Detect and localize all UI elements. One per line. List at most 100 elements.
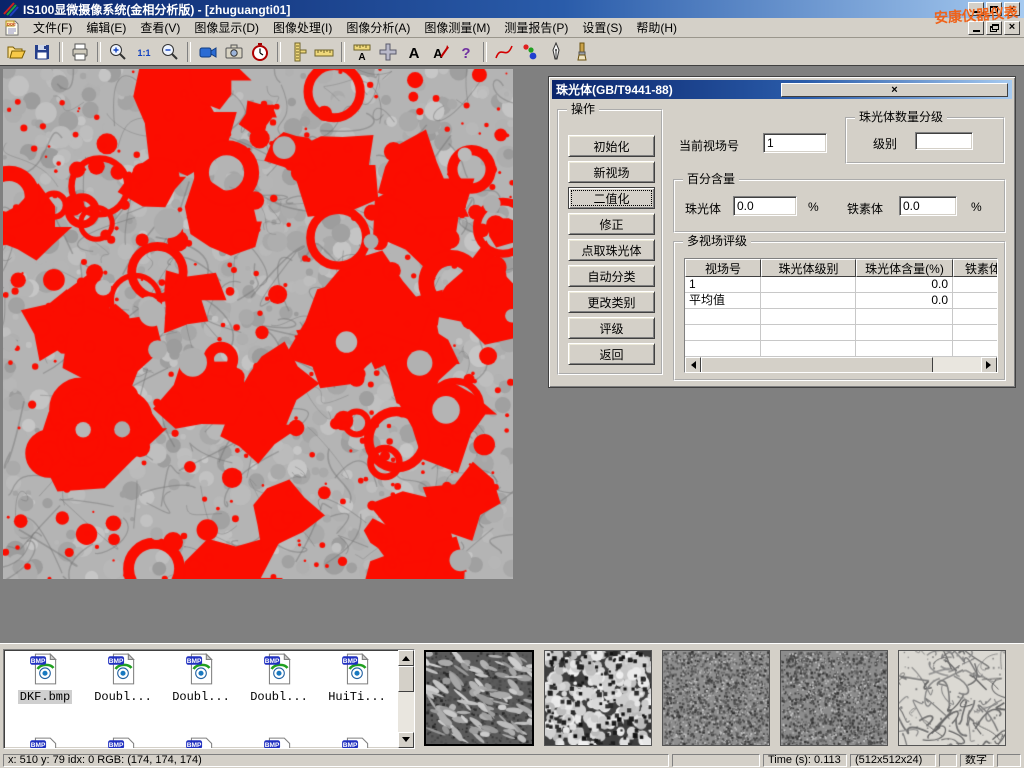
file-item[interactable]: BMP — [162, 736, 240, 749]
auto-classify-button[interactable]: 自动分类 — [568, 265, 655, 287]
text-button[interactable]: A — [401, 40, 427, 64]
thumbnail-1[interactable] — [424, 650, 534, 746]
col-ferrite[interactable]: 铁素体 — [953, 259, 998, 277]
correct-button[interactable]: 修正 — [568, 213, 655, 235]
snapshot-icon — [224, 42, 244, 62]
zoom-in-button[interactable] — [105, 40, 131, 64]
ruler-button[interactable] — [311, 40, 337, 64]
table-row[interactable] — [685, 325, 997, 341]
curve-tool-button[interactable] — [491, 40, 517, 64]
menu-help[interactable]: 帮助(H) — [629, 17, 684, 38]
pearlite-unit: % — [808, 200, 819, 214]
table-row[interactable] — [685, 309, 997, 325]
file-item[interactable]: BMP — [240, 736, 318, 749]
scroll-up-button[interactable] — [398, 650, 414, 666]
file-item[interactable]: BMP — [84, 736, 162, 749]
table-row[interactable]: 平均值 0.0 — [685, 293, 997, 309]
thumbnail-3[interactable] — [662, 650, 770, 746]
scrollbar-thumb[interactable] — [398, 666, 414, 692]
maximize-button[interactable] — [986, 2, 1002, 16]
file-name[interactable]: Doubl... — [170, 690, 232, 704]
menu-view[interactable]: 查看(V) — [133, 17, 187, 38]
video-capture-button[interactable] — [195, 40, 221, 64]
menu-image-display[interactable]: 图像显示(D) — [187, 17, 266, 38]
file-item[interactable]: BMP Doubl... — [84, 652, 162, 704]
ferrite-percent-input[interactable] — [899, 196, 957, 216]
file-item[interactable]: BMP DKF.bmp — [6, 652, 84, 704]
thumbnail-2[interactable] — [544, 650, 652, 746]
mdi-minimize-button[interactable] — [968, 21, 984, 35]
save-button[interactable] — [29, 40, 55, 64]
menu-file[interactable]: 文件(F) — [26, 17, 79, 38]
file-item[interactable]: BMP Doubl... — [162, 652, 240, 704]
help-button[interactable]: ? — [453, 40, 479, 64]
file-name[interactable]: Doubl... — [248, 690, 310, 704]
metallographic-image[interactable] — [3, 69, 513, 579]
col-pearlite-content[interactable]: 珠光体含量(%) — [856, 259, 953, 277]
table-row[interactable]: 1 0.0 — [685, 277, 997, 293]
measure-label-button[interactable]: A — [349, 40, 375, 64]
file-name[interactable]: DKF.bmp — [18, 690, 72, 704]
menu-image-analysis[interactable]: 图像分析(A) — [339, 17, 417, 38]
status-coords: x: 510 y: 79 idx: 0 RGB: (174, 174, 174) — [3, 754, 669, 767]
col-pearlite-grade[interactable]: 珠光体级别 — [761, 259, 856, 277]
edit-text-button[interactable]: A — [427, 40, 453, 64]
rating-table[interactable]: 视场号 珠光体级别 珠光体含量(%) 铁素体 1 0.0 平均值 — [684, 258, 998, 373]
print-button[interactable] — [67, 40, 93, 64]
menu-image-measure[interactable]: 图像测量(M) — [417, 17, 497, 38]
rate-button[interactable]: 评级 — [568, 317, 655, 339]
zoom-out-button[interactable] — [157, 40, 183, 64]
binarize-button[interactable]: 二值化 — [568, 187, 655, 209]
document-icon[interactable]: DOC — [4, 20, 20, 36]
dialog-close-button[interactable]: × — [781, 83, 1008, 97]
svg-text:DOC: DOC — [7, 21, 16, 26]
scroll-left-button[interactable] — [685, 357, 701, 373]
grade-input[interactable] — [915, 132, 973, 150]
actual-size-icon: 1:1 — [134, 42, 154, 62]
mdi-restore-button[interactable] — [986, 21, 1002, 35]
current-field-input[interactable] — [763, 133, 827, 153]
file-item[interactable]: BMP — [6, 736, 84, 749]
scroll-right-button[interactable] — [981, 357, 997, 373]
close-button[interactable]: × — [1004, 2, 1020, 16]
menu-image-processing[interactable]: 图像处理(I) — [266, 17, 339, 38]
open-button[interactable] — [3, 40, 29, 64]
phase-classify-button[interactable] — [517, 40, 543, 64]
table-horizontal-scrollbar[interactable] — [685, 357, 997, 373]
change-class-button[interactable]: 更改类别 — [568, 291, 655, 313]
file-item[interactable]: BMP Doubl... — [240, 652, 318, 704]
new-field-button[interactable]: 新视场 — [568, 161, 655, 183]
pick-pearlite-button[interactable]: 点取珠光体 — [568, 239, 655, 261]
table-row[interactable] — [685, 341, 997, 357]
pearlite-percent-input[interactable] — [733, 196, 797, 216]
caliper-button[interactable] — [285, 40, 311, 64]
menu-measure-report[interactable]: 测量报告(P) — [497, 17, 575, 38]
dialog-title-bar[interactable]: 珠光体(GB/T9441-88) × — [552, 80, 1012, 99]
menu-edit[interactable]: 编辑(E) — [79, 17, 133, 38]
scroll-down-button[interactable] — [398, 732, 414, 748]
pen-tool-button[interactable] — [543, 40, 569, 64]
thumbnail-4[interactable] — [780, 650, 888, 746]
multi-field-group-label: 多视场评级 — [683, 234, 751, 248]
merge-button[interactable] — [375, 40, 401, 64]
thumbnail-5[interactable] — [898, 650, 1006, 746]
minimize-button[interactable] — [968, 2, 984, 16]
brush-tool-button[interactable] — [569, 40, 595, 64]
scrollbar-thumb[interactable] — [701, 357, 933, 373]
init-button[interactable]: 初始化 — [568, 135, 655, 157]
return-button[interactable]: 返回 — [568, 343, 655, 365]
col-field-no[interactable]: 视场号 — [685, 259, 761, 277]
file-list-scrollbar[interactable] — [398, 650, 414, 748]
svg-text:BMP: BMP — [109, 742, 124, 749]
timer-icon — [250, 42, 270, 62]
snapshot-button[interactable] — [221, 40, 247, 64]
file-item[interactable]: BMP HuiTi... — [318, 652, 396, 704]
status-time: Time (s): 0.113 — [763, 754, 847, 767]
timer-button[interactable] — [247, 40, 273, 64]
menu-settings[interactable]: 设置(S) — [575, 17, 629, 38]
actual-size-button[interactable]: 1:1 — [131, 40, 157, 64]
file-name[interactable]: HuiTi... — [326, 690, 388, 704]
file-name[interactable]: Doubl... — [92, 690, 154, 704]
file-item[interactable]: BMP — [318, 736, 396, 749]
mdi-close-button[interactable]: × — [1004, 21, 1020, 35]
